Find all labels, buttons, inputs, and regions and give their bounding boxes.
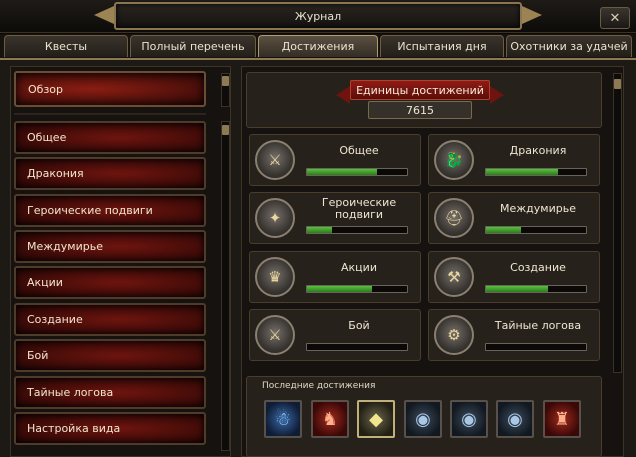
- tab-quests[interactable]: Квесты: [4, 35, 128, 57]
- progress-bar: [485, 226, 587, 234]
- category-card-combat[interactable]: ⚔ Бой: [249, 309, 421, 361]
- eye-orb-icon[interactable]: ◉: [496, 400, 534, 438]
- achievements-scrollbar[interactable]: [613, 73, 622, 373]
- progress-bar: [485, 285, 587, 293]
- category-card-label: Бой: [348, 319, 370, 332]
- sidebar-scrollbar[interactable]: [221, 121, 230, 451]
- red-warrior-icon[interactable]: ♞: [311, 400, 349, 438]
- category-card-label: Междумирье: [500, 202, 576, 215]
- progress-fill: [486, 286, 548, 292]
- progress-fill: [486, 169, 558, 175]
- category-card-heroic-deeds[interactable]: ✦ Героические подвиги: [249, 192, 421, 244]
- ribbon-tail-right: [490, 86, 504, 104]
- category-card-secret-lairs[interactable]: ⚙ Тайные логова: [428, 309, 600, 361]
- sidebar-item-appearance[interactable]: Настройка вида: [14, 412, 206, 445]
- sidebar-item-general[interactable]: Общее: [14, 121, 206, 154]
- title-ornament-left: [94, 6, 114, 24]
- overview-scrollbar[interactable]: [221, 73, 230, 107]
- category-card-crafting[interactable]: ⚒ Создание: [428, 251, 600, 303]
- category-card-general[interactable]: ⚔ Общее: [249, 134, 421, 186]
- progress-bar: [485, 343, 587, 351]
- crossed-swords-icon: ⚔: [255, 315, 295, 355]
- heroic-star-icon: ✦: [255, 198, 295, 238]
- progress-fill: [486, 227, 521, 233]
- sidebar-item-secret-lairs[interactable]: Тайные логова: [14, 376, 206, 409]
- tab-full-list[interactable]: Полный перечень: [130, 35, 256, 57]
- sidebar-item-crafting[interactable]: Создание: [14, 303, 206, 336]
- category-card-label: Акции: [341, 261, 377, 274]
- category-card-shadow-world[interactable]: ⛑ Междумирье: [428, 192, 600, 244]
- sidebar-item-overview[interactable]: Обзор: [14, 71, 206, 107]
- gear-skull-icon: ⚙: [434, 315, 474, 355]
- ribbon-tail-left: [336, 86, 350, 104]
- achievement-units-value: 7615: [368, 101, 472, 119]
- progress-bar: [485, 168, 587, 176]
- progress-bar: [306, 226, 408, 234]
- window-title: Журнал: [114, 2, 522, 30]
- red-demon-icon[interactable]: ♜: [543, 400, 581, 438]
- category-card-drakonia[interactable]: 🐉 Дракония: [428, 134, 600, 186]
- tab-fortune-hunters[interactable]: Охотники за удачей: [506, 35, 632, 57]
- category-card-label: Создание: [510, 261, 566, 274]
- crossed-sword-shield-icon: ⚔: [255, 140, 295, 180]
- gold-gem-icon[interactable]: ◆: [357, 400, 395, 438]
- progress-bar: [306, 285, 408, 293]
- sidebar-scroll-thumb[interactable]: [222, 125, 229, 135]
- progress-bar: [306, 168, 408, 176]
- winged-helmet-icon: ⛑: [434, 198, 474, 238]
- blue-spirit-icon[interactable]: ☃: [264, 400, 302, 438]
- progress-fill: [307, 169, 377, 175]
- progress-fill: [307, 286, 372, 292]
- close-button[interactable]: ✕: [600, 7, 630, 29]
- progress-fill: [307, 227, 332, 233]
- achievement-units-title: Единицы достижений: [350, 80, 490, 100]
- tab-achievements[interactable]: Достижения: [258, 35, 378, 57]
- category-card-label: Тайные логова: [494, 319, 582, 332]
- crown-emblem-icon: ♛: [255, 257, 295, 297]
- category-card-label: Общее: [339, 144, 379, 157]
- tab-daily-trials[interactable]: Испытания дня: [380, 35, 504, 57]
- progress-bar: [306, 343, 408, 351]
- achievements-scroll-thumb[interactable]: [614, 79, 621, 89]
- sidebar-item-events[interactable]: Акции: [14, 266, 206, 299]
- dragon-head-icon: 🐉: [434, 140, 474, 180]
- crossed-hammers-icon: ⚒: [434, 257, 474, 297]
- eye-orb-icon[interactable]: ◉: [450, 400, 488, 438]
- category-card-events[interactable]: ♛ Акции: [249, 251, 421, 303]
- eye-orb-icon[interactable]: ◉: [404, 400, 442, 438]
- close-icon: ✕: [609, 10, 621, 26]
- category-card-label: Героические подвиги: [321, 196, 397, 221]
- sidebar-item-shadow-world[interactable]: Междумирье: [14, 230, 206, 263]
- category-card-label: Дракония: [509, 144, 567, 157]
- sidebar-item-drakonia[interactable]: Дракония: [14, 157, 206, 190]
- sidebar-divider: [14, 113, 206, 115]
- tab-bar: Квесты Полный перечень Достижения Испыта…: [0, 34, 636, 58]
- sidebar-item-combat[interactable]: Бой: [14, 339, 206, 372]
- sidebar-item-heroic-deeds[interactable]: Героические подвиги: [14, 194, 206, 227]
- recent-achievements-title: Последние достижения: [262, 381, 376, 391]
- overview-scroll-thumb[interactable]: [222, 76, 229, 86]
- title-ornament-right: [522, 6, 542, 24]
